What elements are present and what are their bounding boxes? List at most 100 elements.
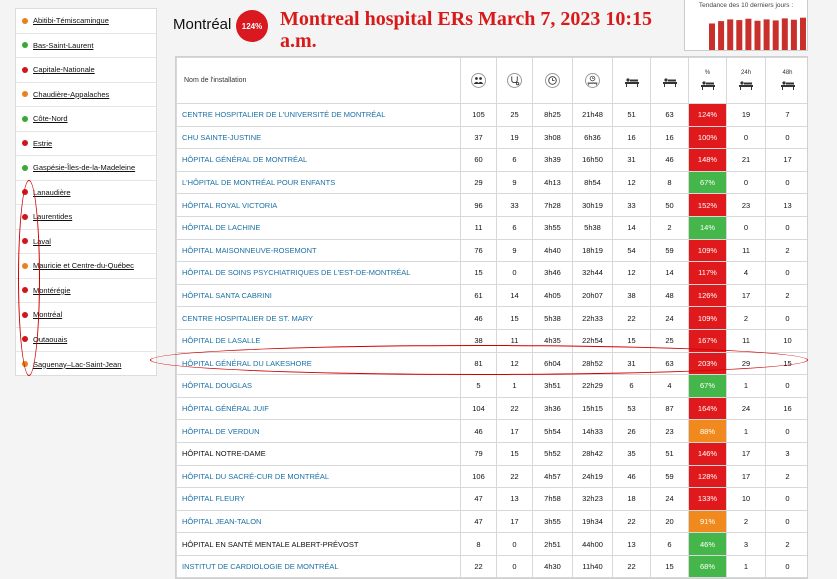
data-cell: 0	[496, 532, 533, 556]
column-header: 24h	[726, 57, 766, 104]
data-cell: 38	[460, 328, 497, 353]
sidebar-item[interactable]: Côte-Nord	[16, 107, 156, 132]
occupancy-cell: 146%	[688, 441, 727, 466]
data-cell: 76	[460, 238, 497, 263]
data-cell: 15	[496, 441, 533, 466]
hospital-name-link[interactable]: HÔPITAL GÉNÉRAL DE MONTRÉAL	[176, 148, 461, 172]
column-header	[612, 57, 651, 104]
hospital-name-link[interactable]: HÔPITAL DE SOINS PSYCHIATRIQUES DE L'EST…	[176, 261, 461, 285]
hospital-name-link[interactable]: HÔPITAL ROYAL VICTORIA	[176, 193, 461, 217]
occupancy-cell: 67%	[688, 170, 727, 195]
data-cell: 2	[765, 238, 807, 263]
table-row: CENTRE HOSPITALIER DE ST. MARY 46 15 5h38 22…	[176, 306, 807, 330]
occupancy-cell: 91%	[688, 509, 727, 534]
table-row: HÔPITAL DU SACRÉ-CUR DE MONTRÉAL 106 22 4h5…	[176, 464, 807, 489]
sidebar-item[interactable]: Estrie	[16, 132, 156, 156]
data-cell: 106	[460, 464, 497, 489]
sidebar-item[interactable]: Saguenay–Lac-Saint-Jean	[16, 352, 156, 377]
sidebar-item-label: Capitale-Nationale	[33, 65, 95, 75]
data-cell: 0	[765, 125, 807, 150]
data-cell: 31	[612, 148, 651, 172]
sidebar-item[interactable]: Montréal	[16, 303, 156, 328]
status-dot	[22, 213, 28, 220]
hospital-name-link[interactable]: HÔPITAL DE LACHINE	[176, 215, 461, 240]
hospital-name-link[interactable]: HÔPITAL SANTA CABRINI	[176, 283, 461, 308]
hospital-name-link[interactable]: HÔPITAL JEAN-TALON	[176, 509, 461, 534]
data-cell: 12	[612, 261, 651, 285]
stretcher-icon	[613, 73, 650, 89]
data-cell: 8h25	[532, 103, 573, 127]
data-cell: 104	[460, 396, 497, 421]
column-header: %	[688, 57, 727, 104]
sidebar-item-label: Lanaudière	[33, 187, 71, 197]
data-cell: 4h35	[532, 328, 573, 353]
data-cell: 2	[726, 306, 766, 330]
data-cell: 14	[496, 283, 533, 308]
hospital-name-link[interactable]: HÔPITAL MAISONNEUVE-ROSEMONT	[176, 238, 461, 263]
sidebar-item[interactable]: Bas-Saint-Laurent	[16, 34, 156, 58]
occupancy-cell: 152%	[688, 193, 727, 217]
hospital-name-link[interactable]: CHU SAINTE-JUSTINE	[176, 125, 461, 150]
data-cell: 9	[496, 170, 533, 195]
data-cell: 59	[650, 238, 689, 263]
sidebar-item[interactable]: Capitale-Nationale	[16, 58, 156, 83]
occupancy-cell: 14%	[688, 215, 727, 240]
hospital-name-link[interactable]: CENTRE HOSPITALIER DE ST. MARY	[176, 306, 461, 330]
stretcher-capacity-icon	[651, 73, 688, 89]
hospital-name-link[interactable]: INSTITUT DE CARDIOLOGIE DE MONTRÉAL	[176, 554, 461, 578]
hospital-name-link[interactable]: HÔPITAL DU SACRÉ-CUR DE MONTRÉAL	[176, 464, 461, 489]
sidebar-item[interactable]: Laurentides	[16, 205, 156, 230]
hospital-table: Nom de l'installation % 24h 48h CENTRE HOS…	[175, 56, 808, 579]
status-dot	[22, 287, 28, 294]
hospital-name: HÔPITAL NOTRE-DAME	[176, 441, 461, 466]
data-cell: 17	[726, 464, 766, 489]
data-cell: 11	[496, 328, 533, 353]
data-cell: 0	[765, 215, 807, 240]
data-cell: 0	[765, 487, 807, 511]
sidebar-item-label: Bas-Saint-Laurent	[33, 40, 94, 50]
data-cell: 24	[726, 396, 766, 421]
sidebar-item[interactable]: Lanaudière	[16, 181, 156, 205]
sidebar-item[interactable]: Laval	[16, 230, 156, 254]
status-dot	[22, 66, 28, 73]
data-cell: 35	[612, 441, 651, 466]
data-cell: 3h51	[532, 374, 573, 398]
status-dot	[22, 189, 28, 196]
data-cell: 6	[612, 374, 651, 398]
data-cell: 2	[765, 464, 807, 489]
data-cell: 3h36	[532, 396, 573, 421]
data-cell: 14h33	[572, 419, 613, 443]
headline-annotation: Montreal hospital ERs March 7, 2023 10:1…	[280, 8, 653, 52]
data-cell: 4h13	[532, 170, 573, 195]
status-dot	[22, 42, 28, 49]
sidebar-item[interactable]: Chaudière-Appalaches	[16, 83, 156, 107]
sidebar-item[interactable]: Montérégie	[16, 279, 156, 303]
sidebar-item-label: Estrie	[33, 138, 53, 148]
hospital-name-link[interactable]: HÔPITAL DE VERDUN	[176, 419, 461, 443]
hospital-name-link[interactable]: CENTRE HOSPITALIER DE L'UNIVERSITÉ DE MO…	[176, 103, 461, 127]
hospital-name-link[interactable]: HÔPITAL FLEURY	[176, 487, 461, 511]
data-cell: 96	[460, 193, 497, 217]
table-row: CENTRE HOSPITALIER DE L'UNIVERSITÉ DE MO…	[176, 103, 807, 127]
hospital-name-link[interactable]: HÔPITAL DE LASALLE	[176, 328, 461, 353]
data-cell: 59	[650, 464, 689, 489]
trend-chart-box: Tendance des 10 derniers jours :	[684, 0, 808, 51]
hospital-name-link[interactable]: L'HÔPITAL DE MONTRÉAL POUR ENFANTS	[176, 170, 461, 195]
hospital-name-link[interactable]: HÔPITAL GÉNÉRAL DU LAKESHORE	[176, 351, 461, 376]
data-cell: 9	[496, 238, 533, 263]
occupancy-cell: 67%	[688, 374, 727, 398]
sidebar-item[interactable]: Mauricie et Centre-du-Québec	[16, 254, 156, 279]
data-cell: 5	[460, 374, 497, 398]
hospital-name-link[interactable]: HÔPITAL GÉNÉRAL JUIF	[176, 396, 461, 421]
data-cell: 44h00	[572, 532, 613, 556]
hospital-name-link[interactable]: HÔPITAL DOUGLAS	[176, 374, 461, 398]
sidebar-item[interactable]: Outaouais	[16, 328, 156, 352]
table-row: HÔPITAL DE LACHINE 11 6 3h55 5h38 14 2 14% 0 0	[176, 215, 807, 240]
sidebar-item[interactable]: Gaspésie-Îles-de-la-Madeleine	[16, 156, 156, 181]
table-header-row: Nom de l'installation % 24h 48h	[176, 57, 807, 104]
sidebar-item[interactable]: Abitibi-Témiscamingue	[16, 9, 156, 34]
data-cell: 37	[460, 125, 497, 150]
occupancy-cell: 68%	[688, 554, 727, 578]
data-cell: 3h46	[532, 261, 573, 285]
data-cell: 16h50	[572, 148, 613, 172]
